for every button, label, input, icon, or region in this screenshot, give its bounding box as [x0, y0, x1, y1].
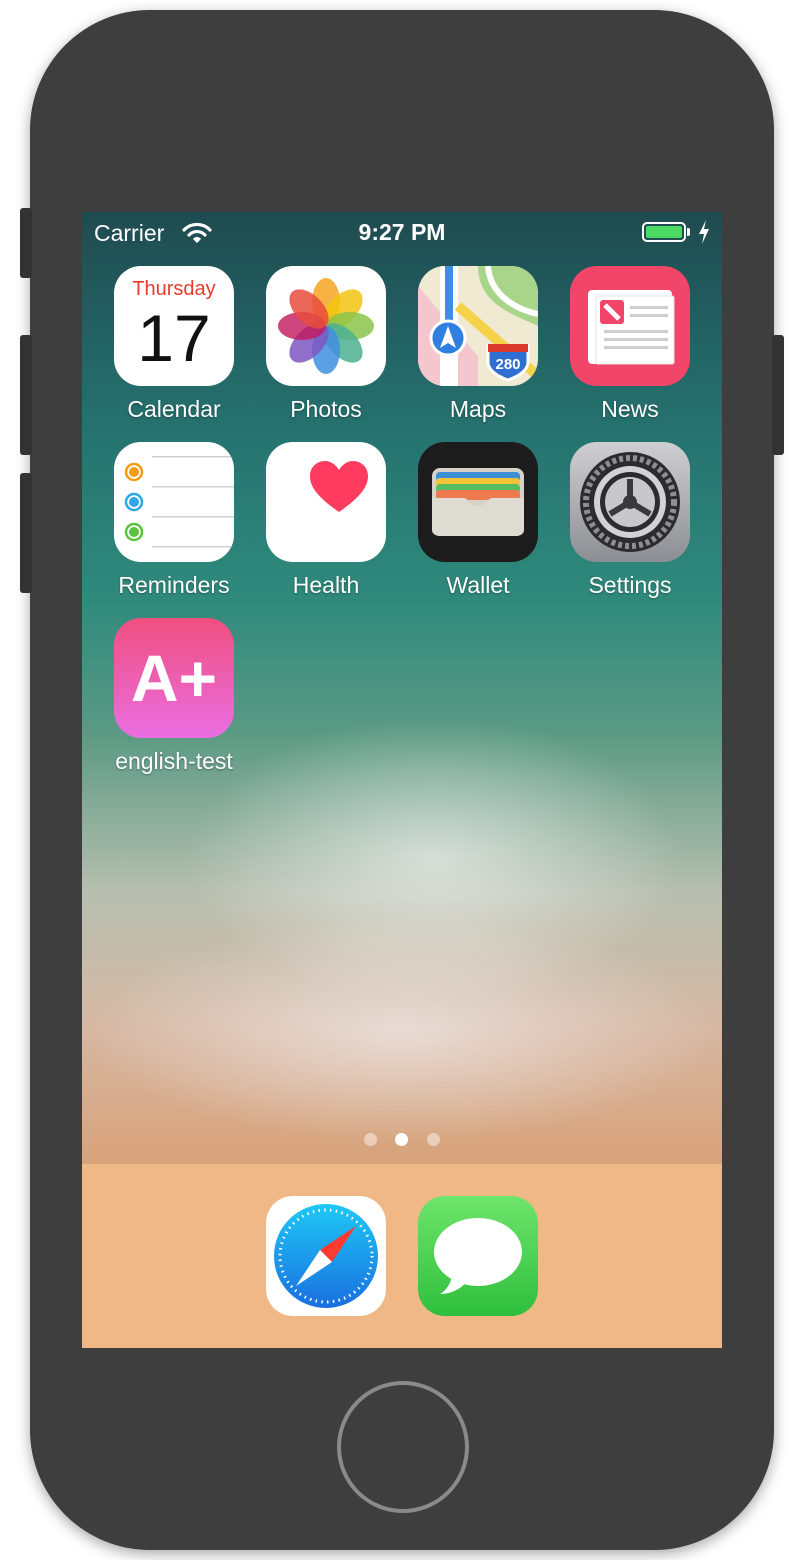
maps-shield-number: 280: [495, 356, 520, 373]
side-button-power: [772, 335, 784, 455]
app-label: Wallet: [446, 572, 510, 598]
a-plus-icon: A+: [114, 618, 234, 738]
clock-time: 9:27 PM: [358, 219, 446, 245]
side-button-volume-up: [20, 335, 32, 455]
dock-app-safari[interactable]: [266, 1196, 386, 1316]
home-button[interactable]: [337, 1381, 469, 1513]
calendar-weekday: Thursday: [132, 278, 216, 300]
side-button-volume-down: [20, 473, 32, 593]
app-news[interactable]: News: [554, 266, 706, 423]
health-heart-icon: [266, 442, 386, 562]
battery-level-fill: [646, 226, 682, 238]
maps-icon: 280: [418, 266, 538, 386]
calendar-date: 17: [137, 301, 211, 375]
charging-bolt-icon: [699, 220, 709, 244]
home-screen: Carrier 9:27 PM Thursday 17 Calendar Pho…: [82, 212, 722, 1348]
page-dot[interactable]: [364, 1133, 377, 1146]
app-wallet[interactable]: Wallet: [402, 442, 554, 599]
app-photos[interactable]: Photos: [250, 266, 402, 423]
page-indicator[interactable]: [362, 1133, 442, 1147]
calendar-icon: Thursday 17: [114, 266, 234, 386]
battery-icon: [642, 222, 686, 242]
reminders-icon: [114, 442, 234, 562]
app-label: Maps: [449, 396, 507, 422]
page-dot-active[interactable]: [395, 1133, 408, 1146]
photos-icon: [266, 266, 386, 386]
news-icon: [570, 266, 690, 386]
side-button-mute: [20, 208, 32, 278]
dock: [82, 1164, 722, 1348]
app-label: Reminders: [118, 572, 230, 598]
safari-compass-icon: [274, 1204, 378, 1308]
gear-icon: [570, 442, 690, 562]
dock-app-messages[interactable]: [418, 1196, 538, 1316]
app-label: english-test: [115, 748, 233, 774]
app-label: Calendar: [127, 396, 221, 422]
app-label: Settings: [588, 572, 672, 598]
app-settings[interactable]: Settings: [554, 442, 706, 599]
page-dot[interactable]: [427, 1133, 440, 1146]
status-bar: Carrier 9:27 PM: [82, 212, 722, 256]
app-label: Health: [292, 572, 360, 598]
app-label: Photos: [290, 396, 362, 422]
app-english-test[interactable]: A+ english-test: [98, 618, 250, 775]
messages-bubble-icon: [434, 1218, 522, 1294]
battery-tip: [687, 228, 690, 236]
a-plus-glyph: A+: [130, 641, 218, 715]
app-health[interactable]: Health: [250, 442, 402, 599]
app-reminders[interactable]: Reminders: [98, 442, 250, 599]
app-maps[interactable]: 280 Maps: [402, 266, 554, 423]
app-label: News: [601, 396, 659, 422]
wallet-icon: [418, 442, 538, 562]
app-calendar[interactable]: Thursday 17 Calendar: [98, 266, 250, 423]
